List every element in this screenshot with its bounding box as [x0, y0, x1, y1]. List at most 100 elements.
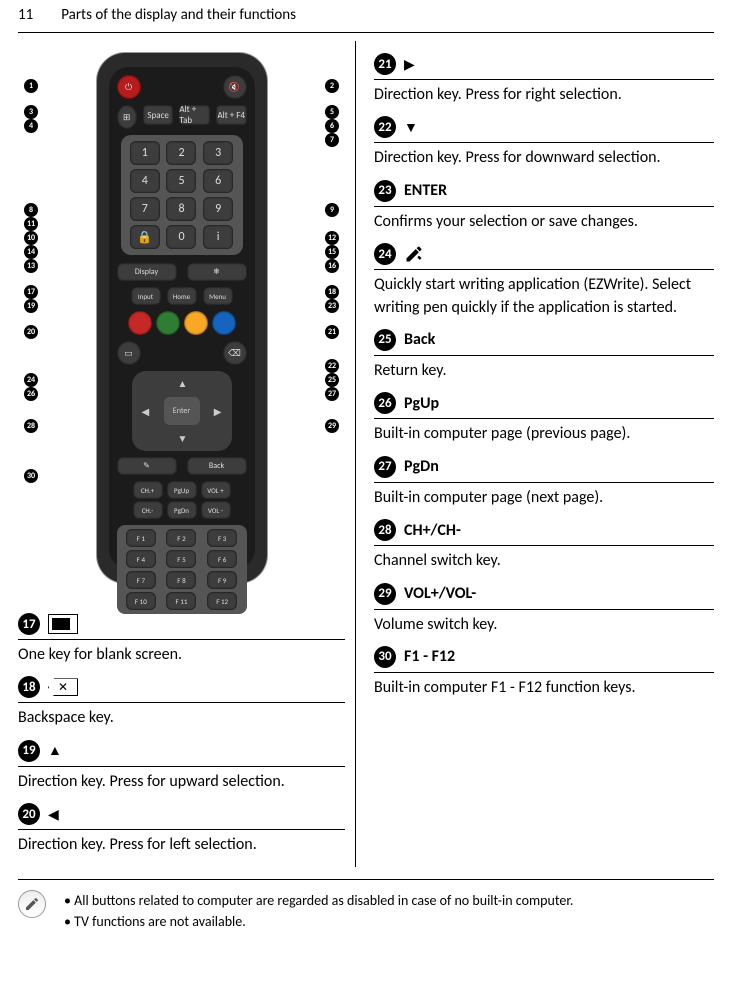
- callout-4: 4: [24, 119, 38, 133]
- note-icon: [18, 890, 46, 918]
- item-desc: Built-in computer page (next page).: [374, 487, 714, 509]
- item-24: 24 Quickly start writing application (EZ…: [374, 243, 714, 319]
- key-7: 7: [130, 197, 160, 221]
- item-desc: Channel switch key.: [374, 550, 714, 572]
- backspace-icon: ⌫: [223, 341, 247, 365]
- key-3: 3: [203, 141, 233, 165]
- yellow-button: [184, 311, 208, 335]
- item-20: 20 ◀ Direction key. Press for left selec…: [18, 803, 345, 856]
- item-desc: Direction key. Press for downward select…: [374, 147, 714, 169]
- ch-minus-button: CH.-: [133, 501, 163, 519]
- backspace-icon: ✕: [48, 678, 78, 696]
- item-26: 26 PgUp Built-in computer page (previous…: [374, 392, 714, 445]
- callout-10: 10: [24, 231, 38, 245]
- key-5: 5: [166, 169, 196, 193]
- item-number: 25: [374, 329, 396, 351]
- key-1: 1: [130, 141, 160, 165]
- key-2: 2: [166, 141, 196, 165]
- f7-key: F 7: [126, 571, 156, 589]
- callout-11: 11: [24, 217, 38, 231]
- callout-19: 19: [24, 299, 38, 313]
- down-arrow-icon: ▼: [404, 119, 418, 136]
- space-button: Space: [143, 105, 174, 125]
- item-desc: Built-in computer F1 - F12 function keys…: [374, 677, 714, 699]
- callout-22: 22: [325, 359, 339, 373]
- power-icon: ⏻: [117, 75, 141, 99]
- item-number: 27: [374, 456, 396, 478]
- item-desc: Direction key. Press for right selection…: [374, 84, 714, 106]
- callout-13: 13: [24, 259, 38, 273]
- remote-diagram: 1 3 4 8 11 10 14 13 17 19 20 24 26 28 30…: [18, 53, 345, 583]
- item-title: ENTER: [404, 181, 447, 200]
- f5-key: F 5: [166, 550, 196, 568]
- callout-24: 24: [24, 373, 38, 387]
- vol-minus-button: VOL -: [201, 501, 231, 519]
- callout-18: 18: [325, 285, 339, 299]
- f3-key: F 3: [207, 529, 237, 547]
- blank-screen-icon: ▭: [117, 341, 141, 365]
- pen-icon: [404, 244, 424, 264]
- callout-8: 8: [24, 203, 38, 217]
- item-title: PgUp: [404, 394, 439, 413]
- dpad-up-icon: ▲: [178, 377, 188, 390]
- back-button: Back: [187, 457, 247, 475]
- dpad-left-icon: ◀: [142, 405, 150, 418]
- mute-icon: 🔇: [223, 75, 247, 99]
- left-column: 1 3 4 8 11 10 14 13 17 19 20 24 26 28 30…: [8, 41, 356, 867]
- item-desc: Direction key. Press for left selection.: [18, 834, 345, 856]
- callout-27: 27: [325, 387, 339, 401]
- vol-plus-button: VOL +: [201, 481, 231, 499]
- key-0: 0: [166, 225, 196, 249]
- item-number: 17: [18, 613, 40, 635]
- f1-key: F 1: [126, 529, 156, 547]
- input-button: Input: [131, 287, 161, 305]
- item-title: CH+/CH-: [404, 521, 461, 540]
- remote-body: ⏻ 🔇 ⊞ Space Alt + Tab Alt + F4 123 456 7…: [97, 53, 267, 583]
- footnote-line-2: • TV functions are not available.: [64, 911, 573, 932]
- callout-21: 21: [325, 325, 339, 339]
- callout-2: 2: [325, 79, 339, 93]
- right-arrow-icon: ▶: [404, 56, 415, 73]
- key-6: 6: [203, 169, 233, 193]
- item-number: 20: [18, 803, 40, 825]
- callout-17: 17: [24, 285, 38, 299]
- item-22: 22 ▼ Direction key. Press for downward s…: [374, 116, 714, 169]
- callout-20: 20: [24, 325, 38, 339]
- lock-icon: 🔒: [130, 225, 160, 249]
- item-17: 17 One key for blank screen.: [18, 613, 345, 666]
- item-number: 24: [374, 243, 396, 265]
- item-number: 23: [374, 180, 396, 202]
- callout-3: 3: [24, 105, 38, 119]
- item-number: 22: [374, 116, 396, 138]
- pgup-button: PgUp: [167, 481, 197, 499]
- callout-26: 26: [24, 387, 38, 401]
- item-number: 19: [18, 740, 40, 762]
- callout-30: 30: [24, 469, 38, 483]
- callout-25: 25: [325, 373, 339, 387]
- item-desc: Volume switch key.: [374, 614, 714, 636]
- item-21: 21 ▶ Direction key. Press for right sele…: [374, 53, 714, 106]
- red-button: [128, 311, 152, 335]
- item-number: 28: [374, 519, 396, 541]
- item-29: 29 VOL+/VOL- Volume switch key.: [374, 583, 714, 636]
- item-18: 18 ✕ Backspace key.: [18, 676, 345, 729]
- alt-f4-button: Alt + F4: [216, 105, 247, 125]
- item-number: 30: [374, 646, 396, 668]
- display-button: Display: [117, 263, 177, 281]
- pen-button: ✎: [117, 457, 177, 475]
- item-28: 28 CH+/CH- Channel switch key.: [374, 519, 714, 572]
- info-icon: i: [203, 225, 233, 249]
- freeze-icon: ❄: [187, 263, 247, 281]
- home-button: Home: [167, 287, 197, 305]
- menu-button: Menu: [203, 287, 233, 305]
- screen-icon: [48, 614, 78, 634]
- dpad: ▲ ▼ ◀ ▶ Enter: [132, 371, 232, 451]
- key-8: 8: [166, 197, 196, 221]
- pgdn-button: PgDn: [167, 501, 197, 519]
- item-25: 25 Back Return key.: [374, 329, 714, 382]
- footnote: • All buttons related to computer are re…: [18, 879, 714, 932]
- item-title: PgDn: [404, 457, 439, 476]
- item-number: 26: [374, 392, 396, 414]
- keypad: 123 456 789 🔒0i: [121, 135, 243, 255]
- f2-key: F 2: [166, 529, 196, 547]
